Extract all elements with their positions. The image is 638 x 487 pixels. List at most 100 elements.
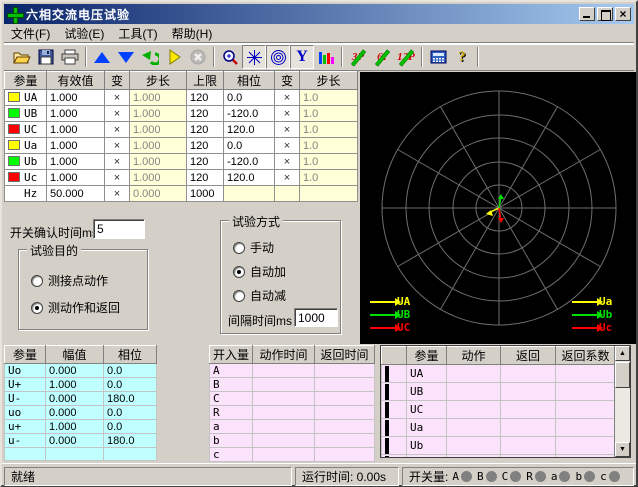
phase-cell[interactable]: 120.0 <box>224 170 275 186</box>
crosshair-view-button[interactable] <box>242 45 266 69</box>
rms-cell[interactable]: 1.000 <box>47 154 105 170</box>
close-button[interactable]: × <box>615 7 631 21</box>
stop-button[interactable] <box>186 45 210 69</box>
table-row: U+1.0000.0 <box>5 378 157 392</box>
limit-cell[interactable]: 120 <box>187 122 224 138</box>
result-table: 参量 动作 返回 返回系数 UA UB UC Ua Ub Uc <box>381 346 616 458</box>
checkbox[interactable] <box>385 438 389 454</box>
bar-graph-button[interactable] <box>314 45 338 69</box>
move-up-button[interactable] <box>90 45 114 69</box>
arrow-icon <box>370 301 396 303</box>
phase-cell[interactable]: 120.0 <box>224 122 275 138</box>
start-button[interactable] <box>162 45 186 69</box>
phase-cell[interactable]: -120.0 <box>224 154 275 170</box>
checkbox[interactable] <box>385 384 389 400</box>
vector-view-button[interactable]: Y <box>290 45 314 69</box>
scroll-down-button[interactable]: ▼ <box>615 442 630 457</box>
scroll-up-button[interactable]: ▲ <box>615 346 630 361</box>
undo-button[interactable] <box>138 45 162 69</box>
limit-cell[interactable]: 120 <box>187 90 224 106</box>
mode-3p-button[interactable]: 3P <box>346 45 370 69</box>
zoom-button[interactable] <box>218 45 242 69</box>
checkbox[interactable] <box>385 420 389 436</box>
col-param: 参量 <box>5 72 47 90</box>
var-cell[interactable]: × <box>275 122 300 138</box>
help-button[interactable]: ? <box>450 45 474 69</box>
checkbox[interactable] <box>385 366 389 382</box>
switches-label: 开关量: <box>409 468 448 485</box>
var-cell[interactable]: × <box>105 154 130 170</box>
var-cell[interactable]: × <box>275 170 300 186</box>
calculator-button[interactable] <box>426 45 450 69</box>
vertical-scrollbar[interactable]: ▲ ▼ <box>614 346 630 457</box>
checkbox[interactable] <box>385 402 389 418</box>
radio-icon[interactable] <box>31 275 43 287</box>
interval-input[interactable] <box>294 308 338 327</box>
menu-file[interactable]: 文件(F) <box>4 23 57 44</box>
radio-icon[interactable] <box>31 302 43 314</box>
table-row: u+1.0000.0 <box>5 420 157 434</box>
var-cell <box>275 186 300 202</box>
rms-cell[interactable]: 50.000 <box>47 186 105 202</box>
question-mark-icon: ? <box>458 49 466 66</box>
rms-cell[interactable]: 1.000 <box>47 170 105 186</box>
limit-cell[interactable]: 120 <box>187 106 224 122</box>
confirm-time-input[interactable] <box>93 219 145 239</box>
limit-cell[interactable]: 120 <box>187 154 224 170</box>
var-cell[interactable]: × <box>105 138 130 154</box>
var-cell[interactable]: × <box>275 138 300 154</box>
col-action: 动作 <box>447 347 501 365</box>
var-cell[interactable]: × <box>105 170 130 186</box>
open-button[interactable] <box>10 45 34 69</box>
table-row: Ua 1.000 × 1.000 120 0.0 × 1.0 <box>5 138 358 154</box>
radio-auto-decrease[interactable]: 自动减 <box>233 287 286 304</box>
radio-icon[interactable] <box>233 266 245 278</box>
legend-right: Ua Ub Uc <box>572 296 612 333</box>
maximize-button[interactable] <box>597 7 613 21</box>
var-cell[interactable]: × <box>275 90 300 106</box>
rms-cell[interactable]: 1.000 <box>47 106 105 122</box>
phase-cell[interactable]: 0.0 <box>224 90 275 106</box>
radio-icon[interactable] <box>233 242 245 254</box>
bar-chart-icon <box>317 49 335 65</box>
rms-cell[interactable]: 1.000 <box>47 90 105 106</box>
col-param: 参量 <box>407 347 447 365</box>
switch-indicator: a <box>551 470 571 483</box>
phase-cell[interactable]: 0.0 <box>224 138 275 154</box>
rms-cell[interactable]: 1.000 <box>47 138 105 154</box>
radio-contact-action[interactable]: 测接点动作 <box>31 272 108 289</box>
table-row: UC 1.000 × 1.000 120 120.0 × 1.0 <box>5 122 358 138</box>
save-button[interactable] <box>34 45 58 69</box>
radio-action-return[interactable]: 测动作和返回 <box>31 299 120 316</box>
radio-manual[interactable]: 手动 <box>233 239 274 256</box>
color-swatch <box>8 92 20 102</box>
limit-cell[interactable]: 120 <box>187 170 224 186</box>
circle-view-button[interactable] <box>266 45 290 69</box>
phase-cell[interactable]: -120.0 <box>224 106 275 122</box>
var-cell[interactable]: × <box>275 154 300 170</box>
scroll-thumb[interactable] <box>615 362 630 388</box>
var-cell[interactable]: × <box>105 186 130 202</box>
table-row: C <box>210 392 375 406</box>
menu-tools[interactable]: 工具(T) <box>111 23 164 44</box>
radio-icon[interactable] <box>233 290 245 302</box>
status-switches: 开关量: A B C R a b c <box>402 467 634 486</box>
limit-cell[interactable]: 1000 <box>187 186 224 202</box>
var-cell[interactable]: × <box>105 122 130 138</box>
move-down-button[interactable] <box>114 45 138 69</box>
starburst-icon <box>246 49 263 66</box>
var-cell[interactable]: × <box>105 106 130 122</box>
print-button[interactable] <box>58 45 82 69</box>
minimize-button[interactable] <box>579 7 595 21</box>
mode-12p-button[interactable]: 12P <box>394 45 418 69</box>
checkbox[interactable] <box>385 456 389 459</box>
menu-test[interactable]: 试验(E) <box>57 23 111 44</box>
mode-6i-button[interactable]: 6I <box>370 45 394 69</box>
menu-help[interactable]: 帮助(H) <box>165 23 220 44</box>
var-cell[interactable]: × <box>105 90 130 106</box>
var-cell[interactable]: × <box>275 106 300 122</box>
limit-cell[interactable]: 120 <box>187 138 224 154</box>
col-input: 开入量 <box>210 346 253 364</box>
radio-auto-increase[interactable]: 自动加 <box>233 263 286 280</box>
rms-cell[interactable]: 1.000 <box>47 122 105 138</box>
